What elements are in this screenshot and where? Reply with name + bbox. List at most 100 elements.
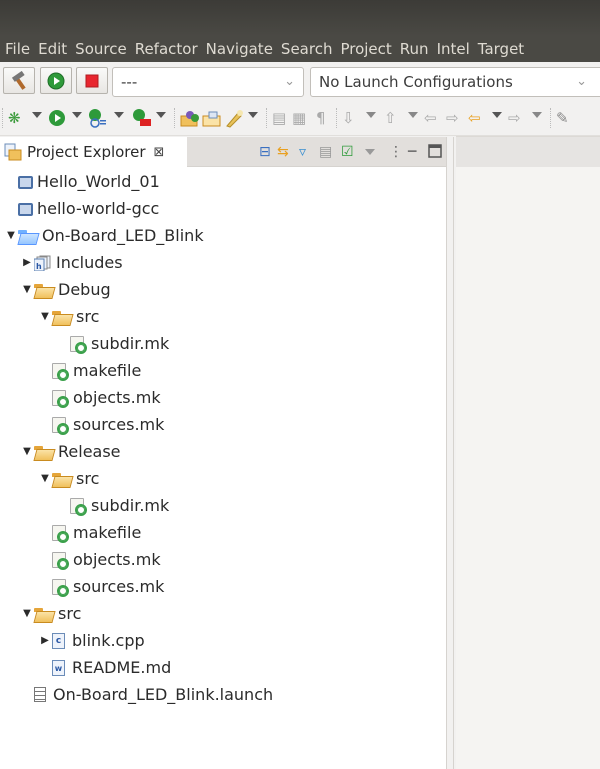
maximize-icon[interactable] [428,144,442,158]
tree-item[interactable]: ▶ h Includes [20,249,123,276]
tree-item-label: Release [58,442,121,461]
tree-item[interactable]: makefile [38,357,141,384]
toolbar-separator [266,108,267,128]
launch-config-select[interactable]: No Launch Configurations ⌄ [310,67,600,97]
menu-run[interactable]: Run [400,40,429,58]
tree-item[interactable]: sources.mk [38,411,164,438]
flashlight-dropdown-icon[interactable] [248,112,258,118]
open-project-icon[interactable] [180,108,200,128]
tree-item[interactable]: ▼ src [38,465,99,492]
menu-project[interactable]: Project [340,40,391,58]
menu-refactor[interactable]: Refactor [135,40,198,58]
tree-item[interactable]: objects.mk [38,546,161,573]
makefile-icon [52,416,69,435]
tree-item-label: Hello_World_01 [37,172,160,191]
coverage-dropdown-icon[interactable] [114,112,124,118]
forward-icon[interactable]: ⇨ [508,108,521,128]
hammer-icon [11,70,26,90]
tree-item[interactable]: ▼ On-Board_LED_Blink [4,222,203,249]
tree-item-label: makefile [73,361,142,380]
expanded-arrow-icon[interactable]: ▼ [20,608,34,619]
next-annotation-icon[interactable]: ⇩ [342,108,355,128]
tree-item[interactable]: objects.mk [38,384,161,411]
view-menu-icon[interactable] [365,149,375,155]
show-whitespace-icon[interactable]: ¶ [316,108,326,128]
menu-source[interactable]: Source [75,40,127,58]
stop-icon [85,74,99,87]
project-open-icon [18,229,38,243]
menu-target[interactable]: Target [478,40,524,58]
window-title-bar [0,0,600,36]
close-icon[interactable]: ⊠ [154,145,165,160]
debug-dropdown-icon[interactable] [32,112,42,118]
tree-item[interactable]: ▶ c blink.cpp [38,627,145,654]
tree-item[interactable]: On-Board_LED_Blink.launch [20,681,273,708]
open-folder-icon[interactable] [202,108,222,128]
menu-search[interactable]: Search [281,40,333,58]
last-edit-forward-icon[interactable]: ⇨ [446,108,459,128]
project-closed-icon [18,203,33,216]
forward-dropdown-icon[interactable] [532,112,542,118]
link-with-editor-icon[interactable]: ⇆ [277,142,289,162]
tree-item[interactable]: ▼ src [38,303,99,330]
launch-button[interactable] [40,67,72,94]
run-icon[interactable] [48,109,66,127]
previous-annotation-dropdown-icon[interactable] [408,112,418,118]
customize-view-icon[interactable]: ▤ [319,142,332,162]
toggle-mark-icon[interactable]: ▤ [272,108,286,128]
stop-button[interactable] [76,67,108,94]
collapsed-arrow-icon[interactable]: ▶ [38,635,52,646]
tree-item[interactable]: hello-world-gcc [4,195,159,222]
menu-navigate[interactable]: Navigate [206,40,273,58]
play-icon [47,72,65,89]
makefile-icon [52,551,69,570]
menu-intel[interactable]: Intel [437,40,470,58]
tree-item[interactable]: ▼ Debug [20,276,110,303]
back-dropdown-icon[interactable] [492,112,502,118]
run-coverage-icon[interactable] [88,108,108,128]
tree-item-label: src [58,604,82,623]
project-closed-icon [18,176,33,189]
flashlight-icon[interactable] [224,108,244,128]
collapsed-arrow-icon[interactable]: ▶ [20,257,34,268]
tree-item[interactable]: ▼ src [20,600,81,627]
tree-item[interactable]: subdir.mk [56,330,169,357]
tree-item-label: Includes [56,253,123,272]
tree-item[interactable]: sources.mk [38,573,164,600]
external-tools-dropdown-icon[interactable] [156,112,166,118]
tree-item[interactable]: Hello_World_01 [4,168,160,195]
pin-editor-icon[interactable]: ✎ [556,108,569,128]
filter-icon[interactable]: ▿ [299,142,306,162]
tree-item[interactable]: w README.md [38,654,171,681]
tree-item[interactable]: subdir.mk [56,492,169,519]
panel-splitter[interactable] [446,137,454,769]
chevron-down-icon: ⌄ [284,74,295,89]
expanded-arrow-icon[interactable]: ▼ [20,284,34,295]
expanded-arrow-icon[interactable]: ▼ [38,311,52,322]
build-button[interactable] [3,67,35,94]
run-dropdown-icon[interactable] [72,112,82,118]
minimize-icon[interactable]: ─ [408,142,416,162]
toolbar-separator [550,108,551,128]
last-edit-back-icon[interactable]: ⇦ [424,108,437,128]
back-icon[interactable]: ⇦ [468,108,481,128]
tree-item[interactable]: makefile [38,519,141,546]
expanded-arrow-icon[interactable]: ▼ [20,446,34,457]
previous-annotation-icon[interactable]: ⇧ [384,108,397,128]
menu-edit[interactable]: Edit [38,40,67,58]
launch-mode-select[interactable]: --- ⌄ [112,67,304,97]
debug-bug-icon[interactable]: ❋ [8,108,21,128]
tab-project-explorer[interactable]: Project Explorer ⊠ [0,137,187,167]
expanded-arrow-icon[interactable]: ▼ [4,230,18,241]
external-tools-icon[interactable] [132,108,152,128]
tree-item[interactable]: ▼ Release [20,438,121,465]
next-annotation-dropdown-icon[interactable] [366,112,376,118]
collapse-all-icon[interactable]: ⊟ [259,142,271,162]
menu-file[interactable]: File [5,40,30,58]
expanded-arrow-icon[interactable]: ▼ [38,473,52,484]
more-options-icon[interactable]: ⋮ [389,142,403,162]
editor-area [456,167,600,769]
select-working-set-icon[interactable]: ☑ [341,142,354,162]
block-selection-icon[interactable]: ▦ [292,108,306,128]
menu-bar: File Edit Source Refactor Navigate Searc… [0,36,600,62]
